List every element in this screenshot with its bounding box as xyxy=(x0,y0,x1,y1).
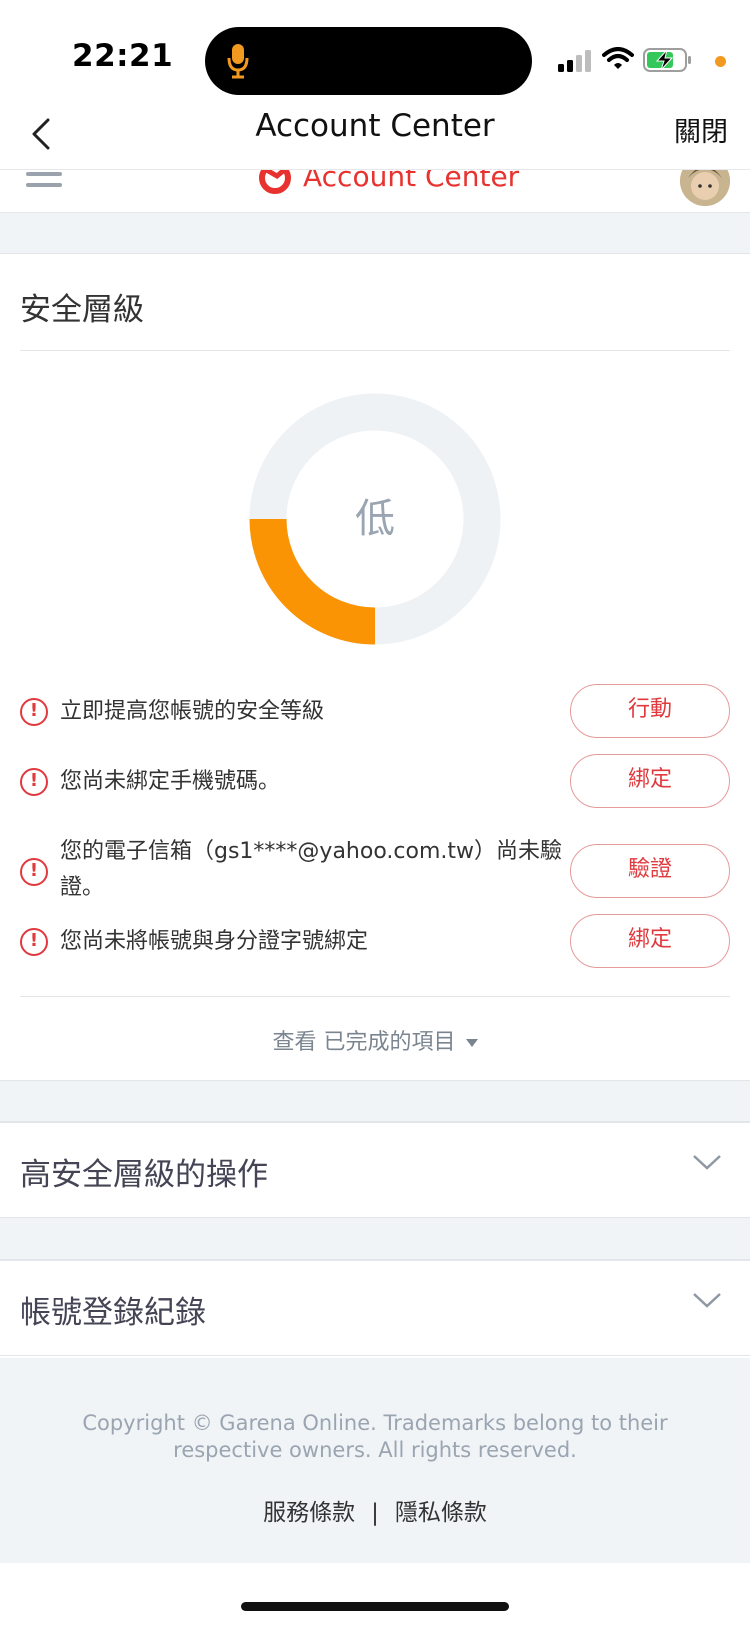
high-security-ops-section[interactable]: 高安全層級的操作 xyxy=(0,1122,750,1218)
nav-title: Account Center xyxy=(255,108,495,144)
section-spacer xyxy=(0,1080,750,1122)
verify-email-button[interactable]: 驗證 xyxy=(570,844,730,898)
link-separator: | xyxy=(371,1500,379,1526)
alert-icon: ! xyxy=(20,858,48,886)
divider xyxy=(20,996,730,997)
avatar-image xyxy=(680,170,730,206)
caret-down-icon xyxy=(465,1039,478,1047)
navigation-bar: Account Center 關閉 xyxy=(0,100,750,170)
task-row: ! 立即提高您帳號的安全等級 行動 xyxy=(20,684,730,740)
brand-text: Account Center xyxy=(303,170,520,193)
account-center-page: 22:21 Account Center 關閉 Account Center 安… xyxy=(0,0,750,1630)
section-title: 高安全層級的操作 xyxy=(20,1157,268,1193)
footer: Copyright © Garena Online. Trademarks be… xyxy=(0,1358,750,1563)
alert-icon: ! xyxy=(20,698,48,726)
section-spacer xyxy=(0,1218,750,1260)
task-row: ! 您尚未將帳號與身分證字號綁定 綁定 xyxy=(20,914,730,970)
section-title: 帳號登錄紀錄 xyxy=(20,1295,206,1331)
microphone-icon xyxy=(227,44,249,79)
privacy-link[interactable]: 隱私條款 xyxy=(395,1500,487,1526)
alert-icon: ! xyxy=(20,928,48,956)
security-level-card: 安全層級 低 ! 立即提高您帳號的安全等級 行動 ! 您尚未綁定手機號碼。 綁定… xyxy=(0,254,750,1080)
task-text: 您尚未綁定手機號碼。 xyxy=(60,769,281,794)
chevron-down-icon xyxy=(693,1155,721,1170)
security-level-label: 低 xyxy=(355,496,395,542)
close-button[interactable]: 關閉 xyxy=(674,110,728,149)
user-avatar[interactable] xyxy=(680,170,730,206)
task-text: 立即提高您帳號的安全等級 xyxy=(60,699,325,724)
security-title: 安全層級 xyxy=(20,292,144,328)
section-spacer xyxy=(0,213,750,254)
action-button[interactable]: 行動 xyxy=(570,684,730,738)
task-row: ! 您尚未綁定手機號碼。 綁定 xyxy=(20,754,730,810)
cellular-signal-icon xyxy=(558,50,591,72)
status-time: 22:21 xyxy=(72,38,174,74)
terms-link[interactable]: 服務條款 xyxy=(263,1500,355,1526)
battery-charging-icon xyxy=(643,48,691,72)
bind-id-button[interactable]: 綁定 xyxy=(570,914,730,968)
footer-links: 服務條款 | 隱私條款 xyxy=(0,1493,750,1527)
hamburger-menu-icon[interactable] xyxy=(26,172,62,194)
chevron-down-icon xyxy=(693,1293,721,1308)
dynamic-island xyxy=(205,27,532,95)
task-row: ! 您的電子信箱（gs1****@yahoo.com.tw）尚未驗證。 驗證 xyxy=(20,834,730,910)
login-history-section[interactable]: 帳號登錄紀錄 xyxy=(0,1260,750,1356)
brand-logo[interactable]: Account Center xyxy=(255,170,519,196)
task-text: 您的電子信箱（gs1****@yahoo.com.tw）尚未驗證。 xyxy=(60,839,562,900)
divider xyxy=(20,350,730,351)
garena-logo-icon xyxy=(259,170,291,194)
task-text: 您尚未將帳號與身分證字號綁定 xyxy=(60,929,369,954)
home-indicator[interactable] xyxy=(241,1602,509,1611)
bind-phone-button[interactable]: 綁定 xyxy=(570,754,730,808)
view-completed-toggle[interactable]: 查看 已完成的項目 xyxy=(0,1024,750,1056)
view-completed-label: 查看 已完成的項目 xyxy=(272,1030,456,1055)
copyright-text: Copyright © Garena Online. Trademarks be… xyxy=(82,1411,668,1462)
site-header: Account Center xyxy=(0,170,750,213)
alert-icon: ! xyxy=(20,768,48,796)
privacy-indicator-dot xyxy=(715,56,726,67)
status-bar: 22:21 xyxy=(0,0,750,100)
wifi-icon xyxy=(602,47,634,69)
